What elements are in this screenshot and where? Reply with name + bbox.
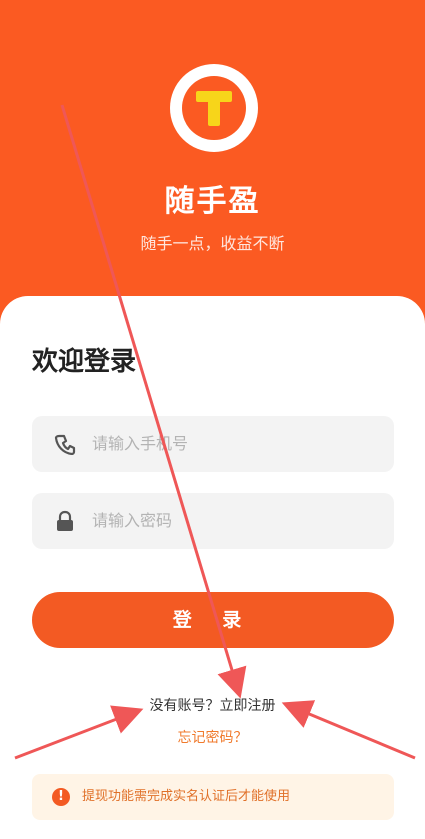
notice-text: 提现功能需完成实名认证后才能使用 — [82, 789, 291, 804]
notice-banner: ! 提现功能需完成实名认证后才能使用 — [32, 774, 394, 820]
header-banner: 随手盈 随手一点，收益不断 — [0, 0, 425, 330]
phone-icon — [54, 434, 76, 455]
app-name: 随手盈 — [164, 184, 261, 219]
password-field[interactable]: 请输入密码 — [32, 493, 394, 549]
phone-field[interactable]: 请输入手机号 — [32, 416, 394, 472]
login-button[interactable]: 登 录 — [32, 592, 394, 648]
welcome-title: 欢迎登录 — [32, 347, 137, 377]
register-link[interactable]: 没有账号？立即注册 — [0, 695, 425, 715]
lock-icon — [57, 510, 73, 531]
app-tagline: 随手一点，收益不断 — [140, 234, 285, 253]
forgot-password-link[interactable]: 忘记密码？ — [0, 727, 425, 747]
info-icon: ! — [52, 788, 70, 806]
password-placeholder: 请输入密码 — [92, 511, 173, 530]
app-logo-icon — [170, 64, 258, 152]
phone-placeholder: 请输入手机号 — [92, 434, 189, 453]
